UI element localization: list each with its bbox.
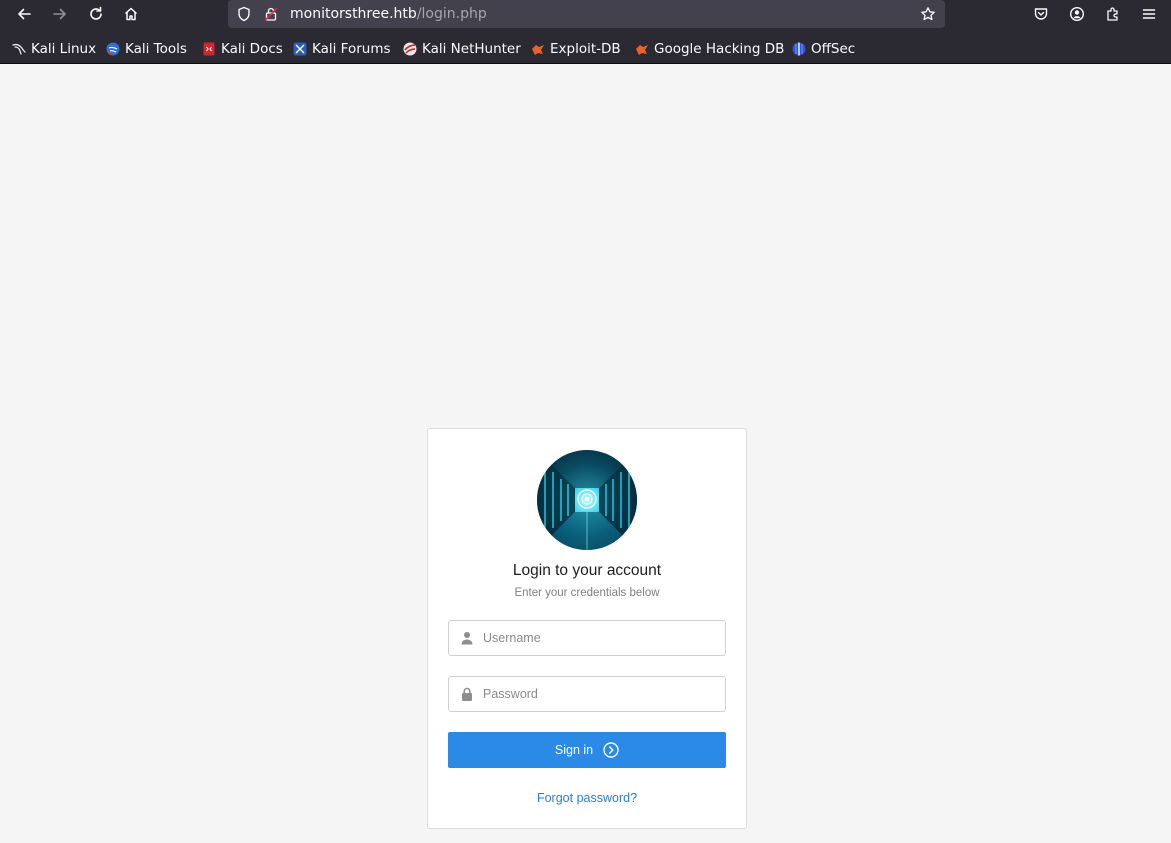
password-field[interactable] [448,676,726,712]
extensions-icon[interactable] [1099,2,1127,26]
bookmark-label: Kali Forums [312,41,391,57]
kali-docs-icon [203,42,215,56]
server-room-avatar [537,450,637,550]
login-subtitle: Enter your credentials below [514,587,660,599]
lock-insecure-icon[interactable] [263,6,279,22]
bookmark-kali-nethunter[interactable]: Kali NetHunter [403,40,521,58]
nethunter-icon [403,42,417,56]
bookmark-kali-docs[interactable]: Kali Docs [202,40,283,58]
kali-forums-icon [293,42,307,56]
menu-icon[interactable] [1135,2,1163,26]
bookmark-label: Kali Tools [125,41,187,57]
shield-icon[interactable] [236,6,252,22]
bookmark-label: Kali Docs [221,41,283,57]
bookmark-kali-tools[interactable]: Kali Tools [106,40,187,58]
home-icon[interactable] [117,2,145,26]
bookmark-offsec[interactable]: OffSec [792,40,855,58]
pocket-icon[interactable] [1027,2,1055,26]
username-field[interactable] [448,620,726,656]
offsec-icon [792,42,806,56]
sign-in-label: Sign in [554,743,594,757]
bookmark-label: Exploit-DB [550,41,621,57]
kali-dragon-icon [12,43,26,55]
ghdb-icon [636,45,648,55]
forgot-password-link[interactable]: Forgot password? [428,791,746,805]
kali-tools-icon [106,42,120,56]
login-card: Login to your account Enter your credent… [427,428,747,829]
back-arrow-icon[interactable] [10,2,38,26]
user-icon [461,632,473,645]
star-icon[interactable] [920,6,936,22]
login-title: Login to your account [512,562,662,579]
lock-icon [462,687,472,701]
url-text[interactable]: monitorsthree.htb/login.php [290,5,487,23]
url-path: /login.php [416,6,487,22]
bookmark-kali-forums[interactable]: Kali Forums [293,40,391,58]
bookmark-label: Kali NetHunter [422,41,521,57]
sign-in-button[interactable]: Sign in [448,732,726,768]
chevron-right-circle-icon [603,742,619,758]
bookmark-google-hacking-db[interactable]: Google Hacking DB [635,40,784,58]
bookmark-label: OffSec [811,41,856,57]
browser-toolbar: monitorsthree.htb/login.php [0,0,1171,32]
exploit-db-icon [532,45,544,55]
url-bar[interactable]: monitorsthree.htb/login.php [228,0,945,28]
forward-arrow-icon[interactable] [46,2,74,26]
account-icon[interactable] [1063,2,1091,26]
bookmarks-bar: Kali Linux Kali Tools Kali Docs Kali For… [0,32,1171,64]
bookmark-label: Kali Linux [31,41,97,57]
reload-icon[interactable] [82,2,110,26]
username-input[interactable] [483,621,721,655]
password-input[interactable] [483,677,721,711]
bookmark-exploit-db[interactable]: Exploit-DB [531,40,621,58]
url-host: monitorsthree.htb [290,6,417,22]
bookmark-kali-linux[interactable]: Kali Linux [12,40,96,58]
bookmark-label: Google Hacking DB [654,41,785,57]
